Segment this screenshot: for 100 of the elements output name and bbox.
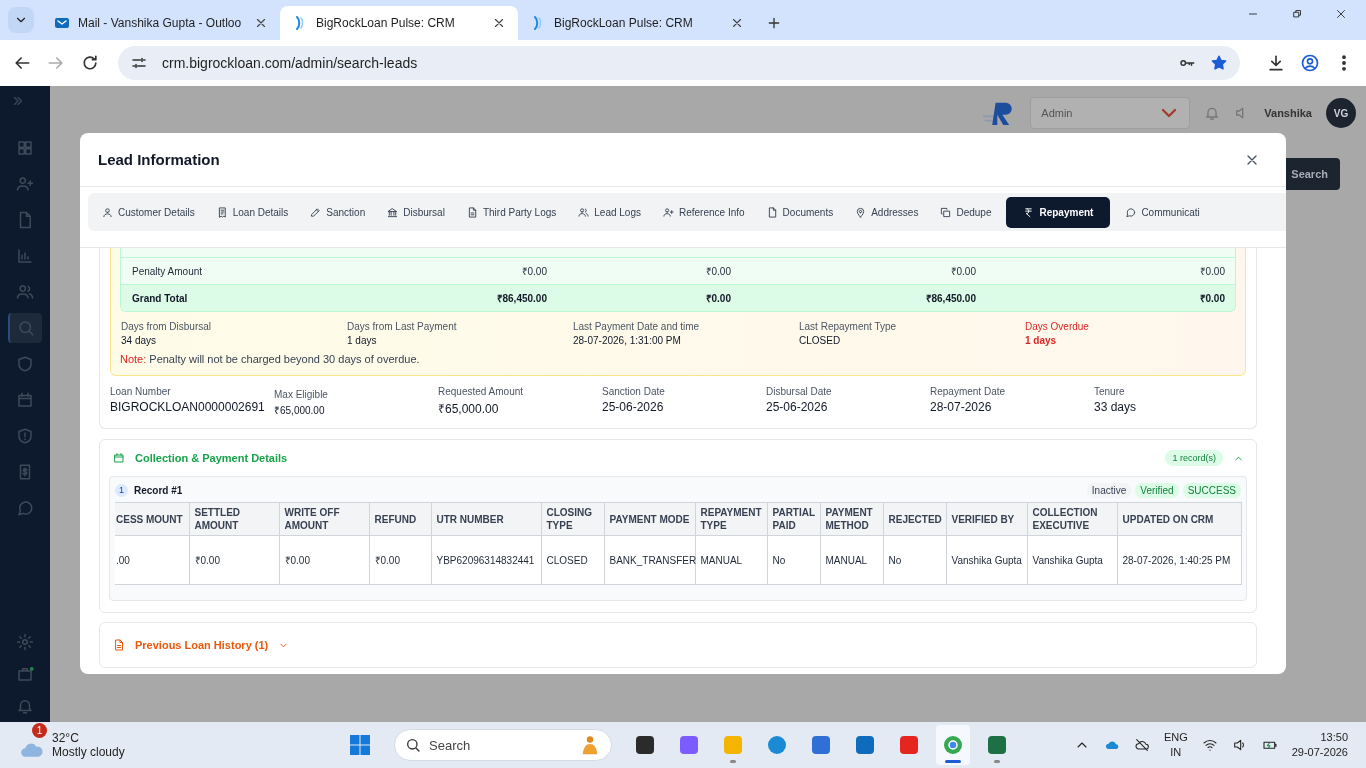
table-cell-text: ₹0.00 [949, 265, 977, 278]
section-title[interactable]: Previous Loan History (1) [135, 639, 269, 651]
pin-icon [855, 206, 867, 218]
chat-icon [16, 499, 34, 517]
close-icon[interactable] [492, 16, 506, 30]
bell-icon[interactable] [16, 697, 34, 715]
taskbar-app[interactable] [936, 725, 970, 765]
language-indicator[interactable]: ENG IN [1163, 730, 1188, 760]
table-cell-text: ₹86,450.00 [495, 292, 548, 305]
browser-tab[interactable]: Mail - Vanshika Gupta - Outloo [42, 6, 280, 40]
stat-value: 28-07-2026, 1:31:00 PM [573, 335, 682, 346]
field-label: Disbursal Date [766, 386, 833, 397]
tab[interactable]: Documents [755, 196, 845, 228]
table-cell: ₹0.00 [279, 535, 369, 585]
field-value: ₹65,000.00 [274, 404, 326, 417]
tab[interactable]: Communicati [1114, 196, 1211, 228]
document-icon [466, 206, 478, 218]
table-cell: BANK_TRANSFER [604, 535, 695, 585]
column-header: VERIFIED BY [946, 502, 1027, 536]
table-cell: MANUAL [695, 535, 767, 585]
tab[interactable]: Repayment [1006, 196, 1111, 228]
tab[interactable]: Sanction [299, 196, 377, 228]
tab[interactable]: Loan Details [205, 196, 300, 228]
table-cell-text: Penalty Amount [131, 265, 204, 277]
receipt-icon [216, 206, 228, 218]
tab[interactable]: Third Party Logs [455, 196, 568, 228]
address-bar[interactable]: crm.bigrockloan.com/admin/search-leads [118, 46, 1240, 80]
table-cell: CLOSED [541, 535, 604, 585]
column-header: REPAYMENT TYPE [695, 502, 767, 536]
status-badge: Verified [1135, 482, 1179, 498]
record-number: 1 [115, 483, 128, 497]
field-value: ₹65,000.00 [438, 401, 500, 417]
note-text: Penalty will not be charged beyond 30 days of overdue. [149, 353, 420, 365]
tab[interactable]: Reference Info [652, 196, 756, 228]
temperature: 32°C [52, 731, 80, 745]
close-icon[interactable] [730, 16, 744, 30]
close-icon[interactable] [254, 16, 268, 30]
search-icon [405, 737, 421, 753]
alert-icon [16, 427, 34, 445]
restore-icon[interactable] [1290, 7, 1304, 21]
tab[interactable]: Addresses [844, 196, 930, 228]
avatar[interactable]: VG [1326, 98, 1356, 128]
column-header: SETTLED AMOUNT [189, 502, 279, 536]
tab[interactable]: Lead Logs [567, 196, 652, 228]
field-label: Repayment Date [930, 386, 1007, 397]
document-icon [113, 639, 125, 651]
expand-icon[interactable] [11, 94, 25, 108]
dialog-title: Lead Information [98, 151, 220, 168]
tab[interactable]: Dedupe [929, 196, 1003, 228]
field-label: Loan Number [110, 386, 172, 397]
bank-icon [387, 206, 399, 218]
briefcase-icon[interactable] [16, 665, 34, 683]
download-icon[interactable] [1266, 53, 1286, 73]
clock[interactable]: 13:50 29-07-2026 [1291, 730, 1348, 760]
browser-tab[interactable]: BigRockLoan Pulse: CRM [518, 6, 756, 40]
weather-text: Mostly cloudy [52, 745, 125, 759]
column-header: REJECTED [883, 502, 946, 536]
user-name[interactable]: Vanshika [1264, 107, 1312, 119]
bell-icon[interactable] [1204, 105, 1221, 121]
windows-icon[interactable] [348, 733, 372, 757]
star-icon[interactable] [1210, 54, 1228, 72]
column-header: PARTIAL PAID [767, 502, 820, 536]
notification-badge: 1 [32, 723, 47, 738]
column-header: COLLECTION EXECUTIVE [1027, 502, 1117, 536]
field-value: 33 days [1094, 400, 1138, 414]
column-header: CLOSING TYPE [541, 502, 604, 536]
table-cell: Vanshika Gupta [1027, 535, 1117, 585]
users-icon [578, 206, 590, 218]
calendar-icon [16, 391, 34, 409]
pencil-icon [310, 206, 322, 218]
role-select[interactable]: Admin [1030, 97, 1191, 129]
table-cell: ₹0.00 [189, 535, 279, 585]
no-network-icon[interactable] [1133, 737, 1150, 753]
wifi-icon[interactable] [1201, 737, 1218, 753]
status-badge: Inactive [1086, 482, 1132, 498]
gear-icon[interactable] [16, 633, 34, 651]
reload-icon[interactable] [80, 53, 100, 73]
column-header: CESS MOUNT [115, 502, 189, 536]
field-label: Tenure [1094, 386, 1126, 397]
tab[interactable]: Disbursal [376, 196, 456, 228]
close-icon[interactable] [1334, 7, 1348, 21]
browser-tab[interactable]: BigRockLoan Pulse: CRM [280, 6, 518, 40]
search-field[interactable]: Search [394, 729, 612, 761]
table-cell: 28-07-2026, 1:40:25 PM [1117, 535, 1241, 585]
tab-list-button[interactable] [8, 7, 34, 33]
field-label: Max Eligible [274, 389, 329, 400]
table-cell-text: ₹0.00 [520, 265, 548, 278]
table-cell-text: ₹0.00 [1198, 292, 1226, 305]
table-cell-text: ₹86,450.00 [924, 292, 977, 305]
stat-label: Days Overdue [1025, 321, 1090, 332]
tab[interactable]: Customer Details [91, 196, 206, 228]
search-icon [17, 319, 35, 337]
table-cell-text: ₹0.00 [1198, 265, 1226, 278]
table-cell: No [767, 535, 820, 585]
field-value: 25-06-2026 [766, 400, 829, 414]
new-tab-icon[interactable] [766, 15, 782, 31]
profile-icon[interactable] [1300, 53, 1320, 73]
copy-icon [940, 206, 952, 218]
table-cell: Vanshika Gupta [946, 535, 1027, 585]
note-label: Note: [120, 353, 147, 365]
